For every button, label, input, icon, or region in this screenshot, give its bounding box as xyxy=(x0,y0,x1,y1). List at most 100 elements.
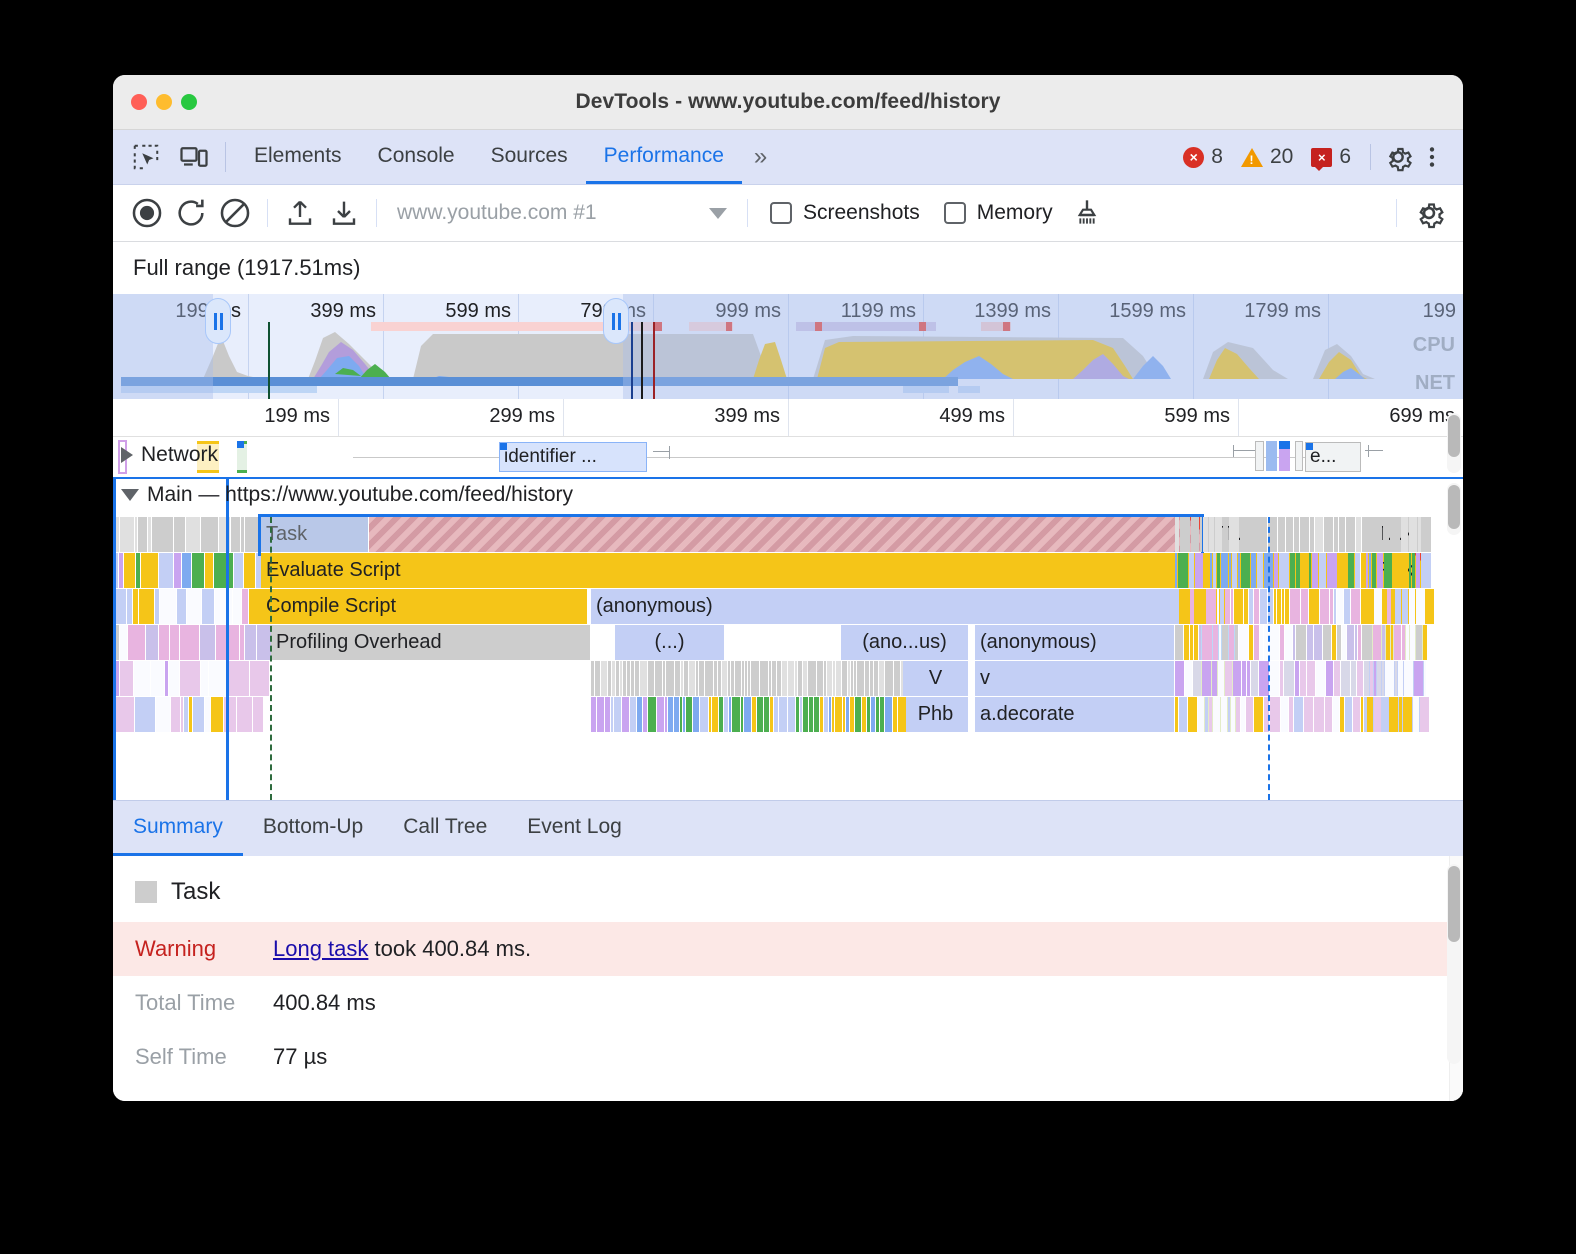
flame-microbar[interactable] xyxy=(1281,697,1288,732)
flame-microbar[interactable] xyxy=(774,697,778,732)
flame-microbar[interactable] xyxy=(769,661,771,696)
timeline-ruler[interactable]: 199 ms299 ms399 ms499 ms599 ms699 ms xyxy=(113,399,1463,437)
flame-microbar[interactable] xyxy=(1386,625,1390,660)
flame-microbar[interactable] xyxy=(817,661,823,696)
flame-microbar[interactable] xyxy=(732,697,740,732)
flame-microbar[interactable] xyxy=(1426,589,1434,624)
network-track-header[interactable]: Network xyxy=(121,443,218,467)
flame-microbar[interactable] xyxy=(1282,589,1284,624)
flame-microbar[interactable] xyxy=(1334,589,1336,624)
flame-microbar[interactable] xyxy=(876,697,879,732)
flame-microbar[interactable] xyxy=(1398,661,1403,696)
tab-elements[interactable]: Elements xyxy=(236,130,360,184)
flame-microbar[interactable] xyxy=(605,697,610,732)
flame-microbar[interactable] xyxy=(1300,517,1309,552)
minimize-window-button[interactable] xyxy=(156,94,172,110)
flame-microbar[interactable] xyxy=(680,697,682,732)
flame-microbar[interactable] xyxy=(1374,661,1376,696)
more-tabs-icon[interactable]: » xyxy=(742,130,779,184)
flame-microbar[interactable] xyxy=(1175,697,1178,732)
flame-microbar[interactable] xyxy=(1231,589,1233,624)
flame-microbar[interactable] xyxy=(696,661,698,696)
flame-microbar[interactable] xyxy=(1199,625,1201,660)
flame-microbar[interactable] xyxy=(1305,553,1308,588)
flame-microbar[interactable] xyxy=(1175,553,1177,588)
flame-microbar[interactable] xyxy=(1285,625,1292,660)
flame-microbar[interactable] xyxy=(1339,517,1345,552)
flame-microbar[interactable] xyxy=(1251,661,1258,696)
flame-microbar[interactable] xyxy=(788,697,795,732)
flame-microbar[interactable] xyxy=(1334,517,1338,552)
flame-microbar[interactable] xyxy=(1364,697,1366,732)
flame-microbar[interactable] xyxy=(1249,589,1253,624)
flame-microbar[interactable] xyxy=(1369,517,1371,552)
flame-microbar[interactable] xyxy=(1387,589,1391,624)
flame-microbar[interactable] xyxy=(1258,517,1267,552)
flame-microbar[interactable] xyxy=(663,661,665,696)
flame-microbar[interactable] xyxy=(1235,625,1238,660)
overview-selection-handle-left[interactable] xyxy=(205,298,231,344)
flame-microbar[interactable] xyxy=(1330,589,1333,624)
flame-microbar[interactable] xyxy=(1246,697,1253,732)
flame-microbar[interactable] xyxy=(591,661,594,696)
network-request-bar-3[interactable] xyxy=(1255,441,1264,471)
flame-microbar[interactable] xyxy=(1351,661,1356,696)
network-request-bar-4[interactable] xyxy=(1266,441,1277,471)
flame-microbar[interactable] xyxy=(1184,625,1189,660)
flame-microbar[interactable] xyxy=(1424,661,1426,696)
flame-microbar[interactable] xyxy=(597,697,604,732)
flame-microbar[interactable] xyxy=(1247,661,1250,696)
flame-microbar[interactable] xyxy=(699,661,704,696)
timeline-overview[interactable]: 199 ms399 ms599 ms799 ms999 ms1199 ms139… xyxy=(113,294,1463,399)
tab-event-log[interactable]: Event Log xyxy=(507,801,642,856)
flame-microbar[interactable] xyxy=(1190,625,1193,660)
flame-microbar[interactable] xyxy=(674,697,679,732)
flame-microbar[interactable] xyxy=(620,661,622,696)
flame-microbar[interactable] xyxy=(1225,589,1230,624)
flame-microbar[interactable] xyxy=(648,661,654,696)
flame-microbar[interactable] xyxy=(836,661,841,696)
flame-microbar[interactable] xyxy=(1198,697,1204,732)
flame-microbar[interactable] xyxy=(1229,517,1239,552)
flame-microbar[interactable] xyxy=(1228,697,1230,732)
flame-microbar[interactable] xyxy=(1374,697,1381,732)
network-request-bar-6[interactable] xyxy=(1295,441,1303,471)
flame-microbar[interactable] xyxy=(1382,661,1384,696)
flame-microbar[interactable] xyxy=(1413,697,1419,732)
collect-garbage-icon[interactable] xyxy=(1065,191,1109,235)
flame-microbar[interactable] xyxy=(1294,697,1303,732)
flame-microbar[interactable] xyxy=(1384,553,1392,588)
flame-microbar[interactable] xyxy=(1382,697,1388,732)
flame-microbar[interactable] xyxy=(1241,553,1250,588)
flame-microbar[interactable] xyxy=(1189,553,1194,588)
flame-microbar[interactable] xyxy=(1393,553,1403,588)
flame-microbar[interactable] xyxy=(1416,553,1420,588)
flame-microbar[interactable] xyxy=(724,697,728,732)
flame-microbar[interactable] xyxy=(1422,517,1431,552)
flame-microbar[interactable] xyxy=(1285,589,1289,624)
flame-microbar[interactable] xyxy=(1195,553,1203,588)
flame-microbar[interactable] xyxy=(1251,553,1256,588)
clear-button[interactable] xyxy=(213,191,257,235)
flame-microbar[interactable] xyxy=(1290,553,1295,588)
flame-microbar[interactable] xyxy=(666,661,674,696)
flame-microbar[interactable] xyxy=(1383,517,1389,552)
flame-microbar[interactable] xyxy=(1240,517,1247,552)
flame-microbar[interactable] xyxy=(735,661,741,696)
flame-microbar[interactable] xyxy=(1345,697,1352,732)
flame-microbar[interactable] xyxy=(1205,697,1208,732)
flame-microbar[interactable] xyxy=(1394,625,1401,660)
flame-microbar[interactable] xyxy=(1333,697,1339,732)
flame-microbar[interactable] xyxy=(686,697,692,732)
flame-microbar[interactable] xyxy=(1270,697,1280,732)
flame-microbar[interactable] xyxy=(1229,625,1234,660)
flame-microbar[interactable] xyxy=(1382,625,1385,660)
flame-microbar[interactable] xyxy=(1412,553,1415,588)
flame-microbar[interactable] xyxy=(1286,517,1293,552)
network-request-identifier[interactable]: identifier ... xyxy=(499,442,647,472)
flame-microbar[interactable] xyxy=(1213,625,1218,660)
flame-bar-phb[interactable]: Phb xyxy=(903,697,969,732)
flame-microbar[interactable] xyxy=(1320,589,1329,624)
flame-microbar[interactable] xyxy=(1332,625,1336,660)
flame-microbar[interactable] xyxy=(1369,553,1371,588)
